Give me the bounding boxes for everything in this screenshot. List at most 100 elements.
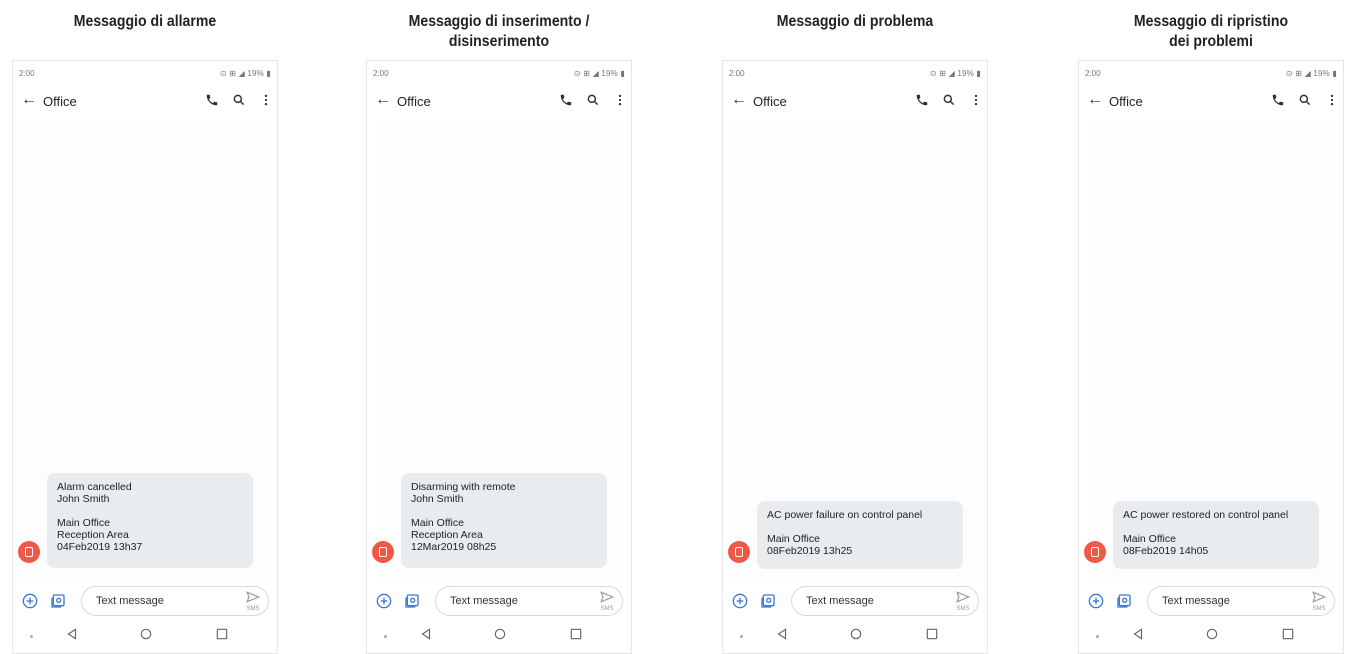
gallery-icon[interactable] <box>404 593 420 614</box>
status-icons: ⊙ ⊞ ◢ 19% ▮ <box>219 69 271 78</box>
nav-dot <box>30 635 33 638</box>
conversation-title: Office <box>753 94 787 109</box>
back-arrow-icon[interactable]: ← <box>375 91 391 109</box>
text-message-input[interactable]: Text message SMS <box>791 586 979 616</box>
system-navbar <box>1079 623 1343 649</box>
send-sms-label: SMS <box>1312 606 1326 612</box>
status-icons: ⊙ ⊞ ◢ 19% ▮ <box>929 69 981 78</box>
add-icon[interactable] <box>22 593 38 614</box>
text-message-input[interactable]: Text message SMS <box>1147 586 1335 616</box>
more-vert-icon[interactable] <box>263 93 269 112</box>
status-bar: 2:00 ⊙ ⊞ ◢ 19% ▮ <box>729 67 981 81</box>
add-icon[interactable] <box>376 593 392 614</box>
gallery-icon[interactable] <box>50 593 66 614</box>
recents-nav-icon[interactable] <box>925 627 939 646</box>
search-icon[interactable] <box>942 93 956 112</box>
home-nav-icon[interactable] <box>493 627 507 646</box>
search-icon[interactable] <box>586 93 600 112</box>
back-nav-icon[interactable] <box>775 627 789 646</box>
send-sms-label: SMS <box>246 606 260 612</box>
more-vert-icon[interactable] <box>617 93 623 112</box>
back-arrow-icon[interactable]: ← <box>21 91 37 109</box>
nav-dot <box>384 635 387 638</box>
status-bar: 2:00 ⊙ ⊞ ◢ 19% ▮ <box>1085 67 1337 81</box>
system-navbar <box>367 623 631 649</box>
add-icon[interactable] <box>732 593 748 614</box>
message-composer: Text message SMS <box>723 585 987 619</box>
input-placeholder: Text message <box>96 595 164 607</box>
message-bubble[interactable]: Disarming with remote John Smith Main Of… <box>401 473 607 568</box>
contact-avatar[interactable] <box>728 541 750 563</box>
send-button[interactable]: SMS <box>1312 590 1327 612</box>
message-composer: Text message SMS <box>367 585 631 619</box>
gallery-icon[interactable] <box>760 593 776 614</box>
message-bubble[interactable]: AC power restored on control panel Main … <box>1113 501 1319 569</box>
phone-screen: 2:00 ⊙ ⊞ ◢ 19% ▮ ← Office AC power failu… <box>722 60 988 654</box>
back-nav-icon[interactable] <box>1131 627 1145 646</box>
nav-dot <box>1096 635 1099 638</box>
add-icon[interactable] <box>1088 593 1104 614</box>
recents-nav-icon[interactable] <box>1281 627 1295 646</box>
nav-dot <box>740 635 743 638</box>
back-nav-icon[interactable] <box>419 627 433 646</box>
back-nav-icon[interactable] <box>65 627 79 646</box>
input-placeholder: Text message <box>806 595 874 607</box>
gallery-icon[interactable] <box>1116 593 1132 614</box>
status-icons: ⊙ ⊞ ◢ 19% ▮ <box>573 69 625 78</box>
status-bar: 2:00 ⊙ ⊞ ◢ 19% ▮ <box>19 67 271 81</box>
status-time: 2:00 <box>1085 69 1101 78</box>
app-bar: ← Office <box>13 89 277 117</box>
search-icon[interactable] <box>232 93 246 112</box>
conversation-title: Office <box>43 94 77 109</box>
contact-avatar[interactable] <box>372 541 394 563</box>
app-bar: ← Office <box>367 89 631 117</box>
contact-avatar[interactable] <box>18 541 40 563</box>
text-message-input[interactable]: Text message SMS <box>435 586 623 616</box>
status-time: 2:00 <box>729 69 745 78</box>
send-icon <box>956 591 971 603</box>
phone-icon[interactable] <box>205 93 219 112</box>
message-composer: Text message SMS <box>13 585 277 619</box>
home-nav-icon[interactable] <box>1205 627 1219 646</box>
contact-avatar[interactable] <box>1084 541 1106 563</box>
send-icon <box>1312 591 1327 603</box>
back-arrow-icon[interactable]: ← <box>731 91 747 109</box>
send-button[interactable]: SMS <box>246 590 261 612</box>
send-icon <box>246 591 261 603</box>
message-bubble[interactable]: Alarm cancelled John Smith Main Office R… <box>47 473 253 568</box>
recents-nav-icon[interactable] <box>215 627 229 646</box>
phone-screen: 2:00 ⊙ ⊞ ◢ 19% ▮ ← Office Alarm cancelle… <box>12 60 278 654</box>
phone-screen: 2:00 ⊙ ⊞ ◢ 19% ▮ ← Office AC power resto… <box>1078 60 1344 654</box>
send-button[interactable]: SMS <box>600 590 615 612</box>
back-arrow-icon[interactable]: ← <box>1087 91 1103 109</box>
caption: Messaggio di inserimento / disinseriment… <box>408 13 590 50</box>
input-placeholder: Text message <box>450 595 518 607</box>
send-button[interactable]: SMS <box>956 590 971 612</box>
phone-screen: 2:00 ⊙ ⊞ ◢ 19% ▮ ← Office Disarming with… <box>366 60 632 654</box>
home-nav-icon[interactable] <box>849 627 863 646</box>
text-message-input[interactable]: Text message SMS <box>81 586 269 616</box>
phone-icon[interactable] <box>1271 93 1285 112</box>
send-icon <box>600 591 615 603</box>
caption: Messaggio di problema <box>776 13 934 30</box>
phone-icon[interactable] <box>559 93 573 112</box>
caption: Messaggio di ripristino dei problemi <box>1133 13 1289 50</box>
message-composer: Text message SMS <box>1079 585 1343 619</box>
send-sms-label: SMS <box>600 606 614 612</box>
home-nav-icon[interactable] <box>139 627 153 646</box>
conversation-title: Office <box>1109 94 1143 109</box>
status-bar: 2:00 ⊙ ⊞ ◢ 19% ▮ <box>373 67 625 81</box>
more-vert-icon[interactable] <box>1329 93 1335 112</box>
app-bar: ← Office <box>723 89 987 117</box>
phone-icon[interactable] <box>915 93 929 112</box>
message-bubble[interactable]: AC power failure on control panel Main O… <box>757 501 963 569</box>
system-navbar <box>723 623 987 649</box>
input-placeholder: Text message <box>1162 595 1230 607</box>
status-time: 2:00 <box>19 69 35 78</box>
recents-nav-icon[interactable] <box>569 627 583 646</box>
more-vert-icon[interactable] <box>973 93 979 112</box>
send-sms-label: SMS <box>956 606 970 612</box>
search-icon[interactable] <box>1298 93 1312 112</box>
status-icons: ⊙ ⊞ ◢ 19% ▮ <box>1285 69 1337 78</box>
conversation-title: Office <box>397 94 431 109</box>
